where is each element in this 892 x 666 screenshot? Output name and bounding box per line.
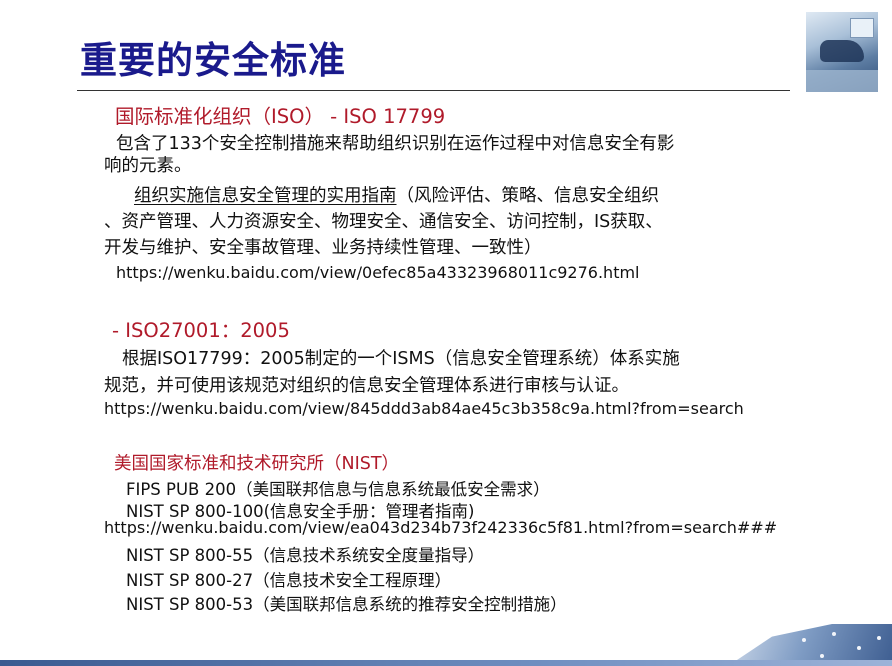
photo-desk	[806, 70, 878, 92]
nist-item-code: NIST SP 800-27	[126, 571, 254, 590]
iso-heading-code: - ISO 17799	[323, 105, 446, 128]
circuit-dot	[820, 654, 824, 658]
photo-screen	[850, 18, 874, 38]
nist-item: NIST SP 800-27（信息技术安全工程原理）	[126, 567, 451, 591]
iso27001-desc-line-1: 根据ISO17799：2005制定的一个ISMS（信息安全管理系统）体系实施	[122, 349, 680, 369]
nist-item: FIPS PUB 200（美国联邦信息与信息系统最低安全需求）	[126, 476, 550, 500]
nist-item-desc: （美国联邦信息与信息系统最低安全需求）	[236, 480, 550, 499]
header-photo	[806, 12, 878, 92]
iso-desc-line-2: 响的元素。	[104, 156, 192, 176]
title-divider	[77, 90, 790, 91]
circuit-dot	[857, 646, 861, 650]
nist-url[interactable]: https://wenku.baidu.com/view/ea043d234b7…	[104, 518, 777, 537]
nist-heading: 美国国家标准和技术研究所（NIST）	[114, 454, 400, 474]
iso-heading-text: 国际标准化组织（ISO）	[115, 105, 324, 128]
iso27001-desc-line-2: 规范，并可使用该规范对组织的信息安全管理体系进行审核与认证。	[104, 376, 629, 396]
nist-item-desc: （美国联邦信息系统的推荐安全控制措施）	[253, 595, 567, 614]
iso-url[interactable]: https://wenku.baidu.com/view/0efec85a433…	[116, 263, 640, 282]
iso-guide-link[interactable]: 组织实施信息安全管理的实用指南	[104, 186, 397, 206]
iso-guide-line-1: 组织实施信息安全管理的实用指南（风险评估、策略、信息安全组织	[104, 182, 659, 207]
iso27001-url[interactable]: https://wenku.baidu.com/view/845ddd3ab84…	[104, 399, 744, 418]
nist-item-code: NIST SP 800-55	[126, 546, 254, 565]
nist-item-code: FIPS PUB 200	[126, 480, 237, 499]
nist-item-code: NIST SP 800-53	[126, 595, 254, 614]
page-title: 重要的安全标准	[80, 39, 346, 82]
nist-item-desc: （信息技术安全工程原理）	[253, 571, 452, 590]
photo-hand	[820, 40, 864, 62]
iso-desc-line-1: 包含了133个安全控制措施来帮助组织识别在运作过程中对信息安全有影	[116, 134, 675, 154]
iso-guide-text: （风险评估、策略、信息安全组织	[396, 186, 660, 206]
nist-item: NIST SP 800-53（美国联邦信息系统的推荐安全控制措施）	[126, 591, 567, 615]
nist-item: NIST SP 800-55（信息技术系统安全度量指导）	[126, 542, 484, 566]
circuit-dot	[877, 636, 881, 640]
circuit-dot	[802, 638, 806, 642]
footer-bar	[0, 660, 892, 666]
iso-guide-line-2: 、资产管理、人力资源安全、物理安全、通信安全、访问控制，IS获取、	[104, 212, 663, 232]
iso-heading: 国际标准化组织（ISO） - ISO 17799	[115, 100, 445, 129]
iso27001-heading: - ISO27001：2005	[112, 319, 290, 342]
circuit-dot	[832, 632, 836, 636]
iso-guide-line-3: 开发与维护、安全事故管理、业务持续性管理、一致性）	[104, 238, 542, 258]
nist-item-desc: （信息技术系统安全度量指导）	[253, 546, 485, 565]
